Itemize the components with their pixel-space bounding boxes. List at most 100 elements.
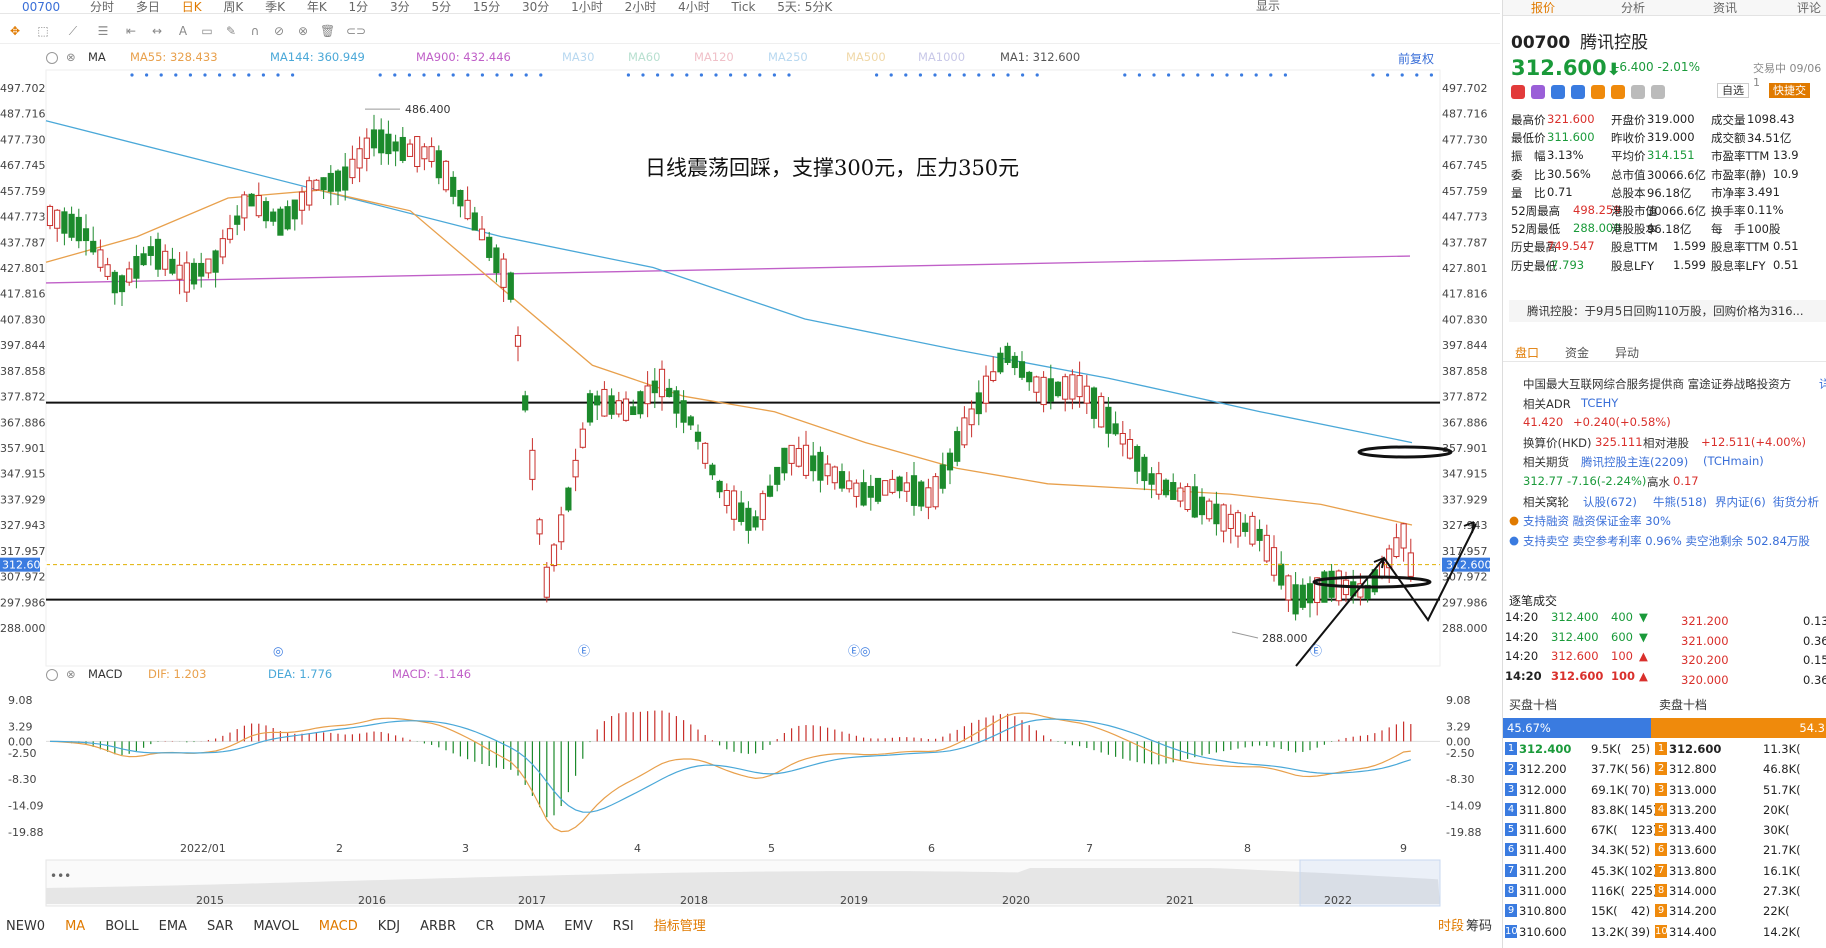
ind-manage[interactable]: 指标管理: [654, 914, 706, 940]
orderbook-row[interactable]: 10 310.600 13.2K(39) 10 314.400 14.2K(: [1503, 923, 1826, 943]
warrant-analysis[interactable]: 街货分析: [1773, 494, 1819, 510]
display-menu[interactable]: 显示: [1256, 0, 1280, 12]
chart-annotation-text[interactable]: 日线震荡回踩，支撑300元，压力350元: [645, 152, 1019, 182]
orderbook-row[interactable]: 6 311.400 34.3K(52) 6 313.600 21.7K(: [1503, 841, 1826, 861]
settings-gear-icon[interactable]: [46, 52, 58, 64]
rect-select-icon[interactable]: ⬚: [36, 24, 50, 38]
tf-yearly[interactable]: 年K: [307, 1, 327, 13]
close-ma-icon[interactable]: ⊗: [66, 50, 76, 64]
ma-label[interactable]: MA: [88, 50, 106, 64]
ind-ma[interactable]: MA: [65, 914, 85, 940]
tab-movement[interactable]: 异动: [1615, 344, 1639, 361]
chip-button[interactable]: 筹码: [1466, 914, 1492, 940]
orderbook-row[interactable]: 8 311.000 116K(225) 8 314.000 27.3K(: [1503, 882, 1826, 902]
ind-kdj[interactable]: KDJ: [378, 914, 400, 940]
stock-code-tab[interactable]: 00700: [22, 1, 60, 13]
more-dots-icon[interactable]: •••: [50, 869, 71, 883]
session-button[interactable]: 时段: [1438, 914, 1464, 940]
ma120-legend[interactable]: MA120: [694, 50, 734, 64]
ma30-legend[interactable]: MA30: [562, 50, 594, 64]
ind-dma[interactable]: DMA: [514, 914, 544, 940]
event-marker-icon[interactable]: Ⓔ: [1310, 644, 1322, 658]
ind-arbr[interactable]: ARBR: [420, 914, 456, 940]
tf-3min[interactable]: 3分: [390, 1, 410, 13]
magnet-icon[interactable]: ∩: [248, 24, 262, 38]
tf-daily[interactable]: 日K: [182, 1, 202, 13]
tf-1min[interactable]: 1分: [349, 1, 369, 13]
tf-4hour[interactable]: 4小时: [678, 1, 710, 13]
fib-icon[interactable]: ☰: [96, 24, 110, 38]
chart-icon[interactable]: [1571, 84, 1585, 99]
arrows-icon[interactable]: ↔: [150, 24, 164, 38]
orderbook-row[interactable]: 4 311.800 83.8K(145) 4 313.200 20K(: [1503, 801, 1826, 821]
link-icon[interactable]: ⊂⊃: [346, 24, 366, 38]
text-tool-icon[interactable]: A: [176, 24, 190, 38]
futures-code[interactable]: (TCHmain): [1703, 454, 1764, 468]
ma900-legend[interactable]: MA900: 432.446: [416, 50, 511, 64]
hide-icon[interactable]: ⊗: [296, 24, 310, 38]
add-watchlist-button[interactable]: 自选: [1717, 83, 1749, 98]
lock-icon[interactable]: ⊘: [272, 24, 286, 38]
tab-news[interactable]: 资讯: [1713, 0, 1737, 16]
tf-intraday[interactable]: 分时: [90, 1, 114, 13]
tf-5min[interactable]: 5分: [431, 1, 451, 13]
orderbook-row[interactable]: 1 312.400 9.5K(25) 1 312.600 11.3K(: [1503, 740, 1826, 760]
warrant-call[interactable]: 认股(672): [1583, 494, 1637, 510]
short-info[interactable]: 支持卖空 卖空参考利率 0.96% 卖空池剩余 502.84万股: [1523, 533, 1810, 549]
cross-icon[interactable]: [1551, 84, 1565, 99]
ma1000-legend[interactable]: MA1000: [918, 50, 965, 64]
orderbook-row[interactable]: 9 310.800 15K(42) 9 314.200 22K(: [1503, 902, 1826, 922]
ma144-legend[interactable]: MA144: 360.949: [270, 50, 365, 64]
measure-icon[interactable]: ⇤: [124, 24, 138, 38]
adr-link[interactable]: TCEHY: [1581, 396, 1618, 410]
tf-2hour[interactable]: 2小时: [625, 1, 657, 13]
ticks-title[interactable]: 逐笔成交: [1509, 592, 1557, 609]
ind-mavol[interactable]: MAVOL: [253, 914, 298, 940]
tf-multiday[interactable]: 多日: [136, 1, 160, 13]
ind-cr[interactable]: CR: [476, 914, 494, 940]
tf-1hour[interactable]: 1小时: [571, 1, 603, 13]
ind-rsi[interactable]: RSI: [613, 914, 634, 940]
tf-15min[interactable]: 15分: [473, 1, 500, 13]
draw-line-icon[interactable]: ⟋: [66, 24, 80, 38]
event-marker-icon[interactable]: Ⓔ◎: [848, 644, 870, 658]
tab-comments[interactable]: 评论: [1797, 0, 1821, 16]
orderbook-row[interactable]: 2 312.200 37.7K(56) 2 312.800 46.8K(: [1503, 760, 1826, 780]
navigator-window[interactable]: [1299, 859, 1441, 907]
news-ticker[interactable]: 腾讯控股：于9月5日回购110万股，回购价格为316...: [1509, 300, 1826, 322]
ind-boll[interactable]: BOLL: [105, 914, 138, 940]
tf-tick[interactable]: Tick: [732, 1, 756, 13]
resistance-ellipse-mark[interactable]: [1357, 445, 1453, 459]
tf-quarterly[interactable]: 季K: [265, 1, 285, 13]
ind-new0[interactable]: NEW0: [6, 914, 45, 940]
link-icon[interactable]: [1591, 84, 1605, 99]
ma250-legend[interactable]: MA250: [768, 50, 808, 64]
doc-icon[interactable]: [1611, 84, 1625, 99]
ma1-legend[interactable]: MA1: 312.600: [1000, 50, 1080, 64]
orderbook-row[interactable]: 7 311.200 45.3K(102) 7 313.800 16.1K(: [1503, 862, 1826, 882]
ind-ema[interactable]: EMA: [159, 914, 187, 940]
pen-icon[interactable]: ✎: [224, 24, 238, 38]
margin-info[interactable]: 支持融资 融资保证金率 30%: [1523, 513, 1671, 529]
ma60-legend[interactable]: MA60: [628, 50, 660, 64]
close-macd-icon[interactable]: ⊗: [66, 667, 76, 681]
warrant-cbbc[interactable]: 牛熊(518): [1653, 494, 1707, 510]
warrant-inline[interactable]: 界内证(6): [1715, 494, 1766, 510]
tab-capital[interactable]: 资金: [1565, 344, 1589, 361]
orderbook-row[interactable]: 3 312.000 69.1K(70) 3 313.000 51.7K(: [1503, 781, 1826, 801]
orderbook-row[interactable]: 5 311.600 67K(123) 5 313.400 30K(: [1503, 821, 1826, 841]
crosshair-icon[interactable]: ✥: [8, 24, 22, 38]
ind-emv[interactable]: EMV: [564, 914, 592, 940]
desc-more-link[interactable]: 详: [1819, 376, 1826, 392]
ind-macd[interactable]: MACD: [319, 914, 358, 940]
futures-link[interactable]: 腾讯控股主连(2209): [1581, 454, 1688, 470]
tf-5day-5min[interactable]: 5天: 5分K: [777, 1, 832, 13]
trash-icon[interactable]: 🗑: [320, 24, 335, 38]
plugin-icon[interactable]: [1531, 84, 1545, 99]
quick-trade-button[interactable]: 快捷交: [1769, 83, 1810, 98]
comment-icon[interactable]: ▭: [200, 24, 214, 38]
tab-quote[interactable]: 报价: [1531, 0, 1555, 16]
menu-icon[interactable]: [1631, 84, 1645, 99]
adjust-mode-button[interactable]: 前复权: [1398, 50, 1434, 67]
macd-settings-icon[interactable]: [46, 669, 58, 681]
